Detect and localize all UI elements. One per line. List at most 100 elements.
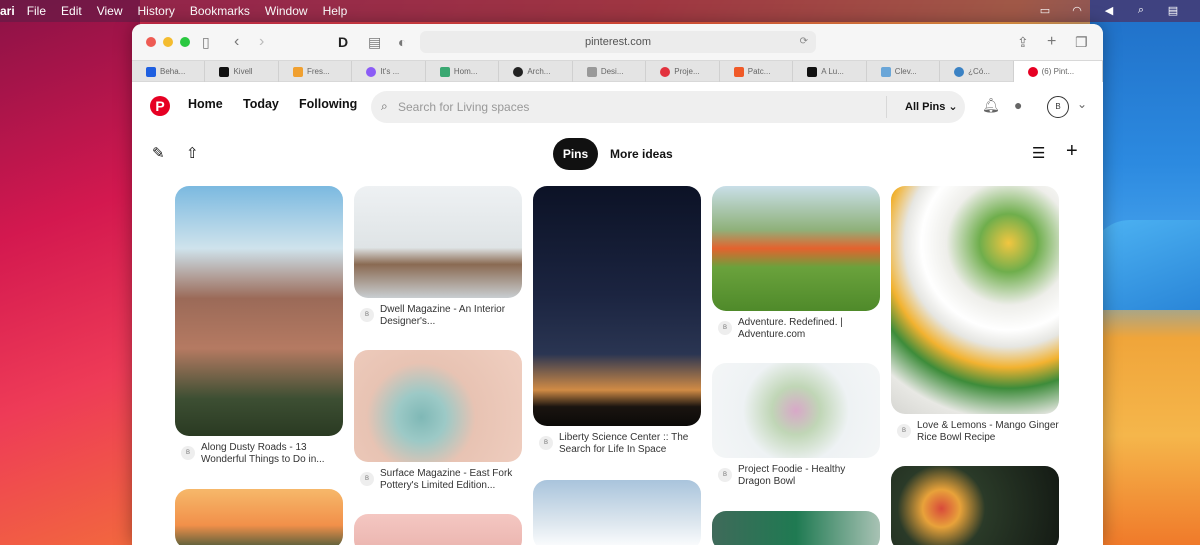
zoom-window-button[interactable]: [180, 37, 190, 47]
board-avatar: B: [181, 446, 195, 460]
pin-card[interactable]: B Project Foodie - Healthy Dragon Bowl: [712, 363, 880, 488]
pin-card[interactable]: [712, 511, 880, 545]
address-bar[interactable]: pinterest.com ⟳: [420, 31, 816, 53]
account-chevron-down-icon[interactable]: ⌄: [1077, 97, 1087, 111]
forward-arrow-icon[interactable]: ›: [259, 33, 264, 51]
pin-card[interactable]: [533, 480, 701, 545]
tab-label: Patc...: [747, 67, 771, 76]
pinterest-header: P Home Today Following ⌕ Search for Livi…: [132, 82, 1103, 132]
pin-title: Surface Magazine - East Fork Pottery's L…: [380, 468, 513, 491]
reload-icon[interactable]: ⟳: [800, 31, 808, 53]
tab-overview-icon[interactable]: ❐: [1075, 33, 1088, 51]
tab-clev[interactable]: Clev...: [867, 61, 941, 82]
messages-icon[interactable]: ●: [1014, 97, 1022, 113]
tab-label: ¿Có...: [968, 67, 990, 76]
pin-image: [712, 363, 880, 458]
pin-card[interactable]: [891, 466, 1059, 545]
board-avatar: B: [360, 472, 374, 486]
edit-pencil-icon[interactable]: ✎: [152, 144, 165, 162]
pin-image: [712, 186, 880, 311]
pin-image: [533, 480, 701, 545]
tab-more-ideas[interactable]: More ideas: [610, 147, 673, 161]
pin-card[interactable]: B Dwell Magazine - An Interior Designer's…: [354, 186, 522, 328]
tab-proje[interactable]: Proje...: [646, 61, 720, 82]
volume-icon[interactable]: ◀: [1102, 3, 1116, 17]
tab-label: Arch...: [527, 67, 551, 76]
tab-favicon: [586, 66, 597, 77]
tab-arch[interactable]: Arch...: [499, 61, 573, 82]
board-avatar: B: [897, 424, 911, 438]
tab-kivell[interactable]: Kivell: [205, 61, 279, 82]
pin-card[interactable]: B Adventure. Redefined. | Adventure.com: [712, 186, 880, 341]
tab-hom[interactable]: Hom...: [426, 61, 500, 82]
sidebar-toggle-icon[interactable]: ▯: [202, 33, 210, 51]
pin-caption: B Dwell Magazine - An Interior Designer's…: [354, 304, 522, 328]
board-avatar: B: [718, 321, 732, 335]
nav-home[interactable]: Home: [188, 97, 223, 111]
add-plus-icon[interactable]: +: [1066, 140, 1078, 163]
nav-today[interactable]: Today: [243, 97, 279, 111]
search-icon: ⌕: [381, 99, 388, 113]
control-center-icon[interactable]: ▤: [1166, 3, 1180, 17]
menu-status-icons: ▭ ◠ ◀ ⌕ ▤: [1038, 3, 1180, 17]
board-avatar: B: [360, 308, 374, 322]
pin-image: [712, 511, 880, 545]
new-tab-icon[interactable]: +: [1047, 33, 1056, 51]
tab-pins[interactable]: Pins: [553, 138, 598, 170]
extension-icon[interactable]: D: [338, 33, 348, 51]
tab-pinterest[interactable]: (6) Pint...: [1013, 61, 1103, 82]
pin-card[interactable]: B Love & Lemons - Mango Ginger Rice Bowl …: [891, 186, 1059, 444]
tab-label: Beha...: [160, 67, 186, 76]
menu-edit[interactable]: Edit: [61, 4, 82, 18]
spotlight-search-icon[interactable]: ⌕: [1134, 3, 1148, 17]
back-arrow-icon[interactable]: ‹: [234, 33, 239, 51]
avatar[interactable]: B: [1047, 96, 1069, 118]
browser-window: ▯ ‹ › D ▤ ◐ pinterest.com ⟳ ⇪ + ❐ Beha..…: [132, 24, 1103, 545]
tab-label: It's ...: [380, 67, 400, 76]
menu-view[interactable]: View: [97, 4, 123, 18]
tab-patc[interactable]: Patc...: [720, 61, 794, 82]
reader-icon[interactable]: ▤: [368, 33, 381, 51]
pinterest-logo-icon[interactable]: P: [150, 96, 170, 116]
privacy-shield-icon[interactable]: ◐: [398, 33, 406, 51]
search-input[interactable]: Search for Living spaces: [398, 100, 529, 114]
airplay-icon[interactable]: ▭: [1038, 3, 1052, 17]
tab-como[interactable]: ¿Có...: [940, 61, 1014, 82]
tab-alu[interactable]: A Lu...: [793, 61, 867, 82]
tab-favicon: [1027, 66, 1038, 77]
tab-fres[interactable]: Fres...: [279, 61, 353, 82]
menu-app-name[interactable]: ari: [0, 4, 15, 18]
pin-caption: B Surface Magazine - East Fork Pottery's …: [354, 468, 522, 492]
nav-following[interactable]: Following: [299, 97, 357, 111]
filter-sliders-icon[interactable]: ☰: [1032, 144, 1045, 162]
tab-desi[interactable]: Desi...: [573, 61, 647, 82]
pin-card[interactable]: B Liberty Science Center :: The Search fo…: [533, 186, 701, 456]
close-window-button[interactable]: [146, 37, 156, 47]
minimize-window-button[interactable]: [163, 37, 173, 47]
search-scope-dropdown[interactable]: All Pins ⌄: [905, 100, 958, 113]
menu-window[interactable]: Window: [265, 4, 308, 18]
search-scope-label: All Pins: [905, 101, 946, 113]
tab-its[interactable]: It's ...: [352, 61, 426, 82]
upload-share-icon[interactable]: ⇧: [186, 144, 199, 162]
pin-image: [891, 466, 1059, 545]
share-icon[interactable]: ⇪: [1017, 33, 1029, 51]
search-bar[interactable]: ⌕ Search for Living spaces All Pins ⌄: [371, 91, 965, 123]
pin-title: Project Foodie - Healthy Dragon Bowl: [738, 464, 846, 487]
notifications-bell-icon[interactable]: 🔔︎: [982, 97, 1000, 114]
pin-card[interactable]: B Surface Magazine - East Fork Pottery's …: [354, 350, 522, 492]
tab-favicon: [366, 66, 377, 77]
pin-card[interactable]: [175, 489, 343, 545]
tab-favicon: [292, 66, 303, 77]
pin-card[interactable]: [354, 514, 522, 545]
menu-history[interactable]: History: [138, 4, 175, 18]
pin-title: Along Dusty Roads - 13 Wonderful Things …: [201, 442, 325, 465]
menu-bookmarks[interactable]: Bookmarks: [190, 4, 250, 18]
menu-help[interactable]: Help: [323, 4, 348, 18]
pin-card[interactable]: B Along Dusty Roads - 13 Wonderful Things…: [175, 186, 343, 466]
tab-favicon: [660, 66, 671, 77]
wifi-icon[interactable]: ◠: [1070, 3, 1084, 17]
menu-file[interactable]: File: [27, 4, 46, 18]
tab-behance[interactable]: Beha...: [132, 61, 206, 82]
pin-title: Love & Lemons - Mango Ginger Rice Bowl R…: [917, 420, 1059, 443]
